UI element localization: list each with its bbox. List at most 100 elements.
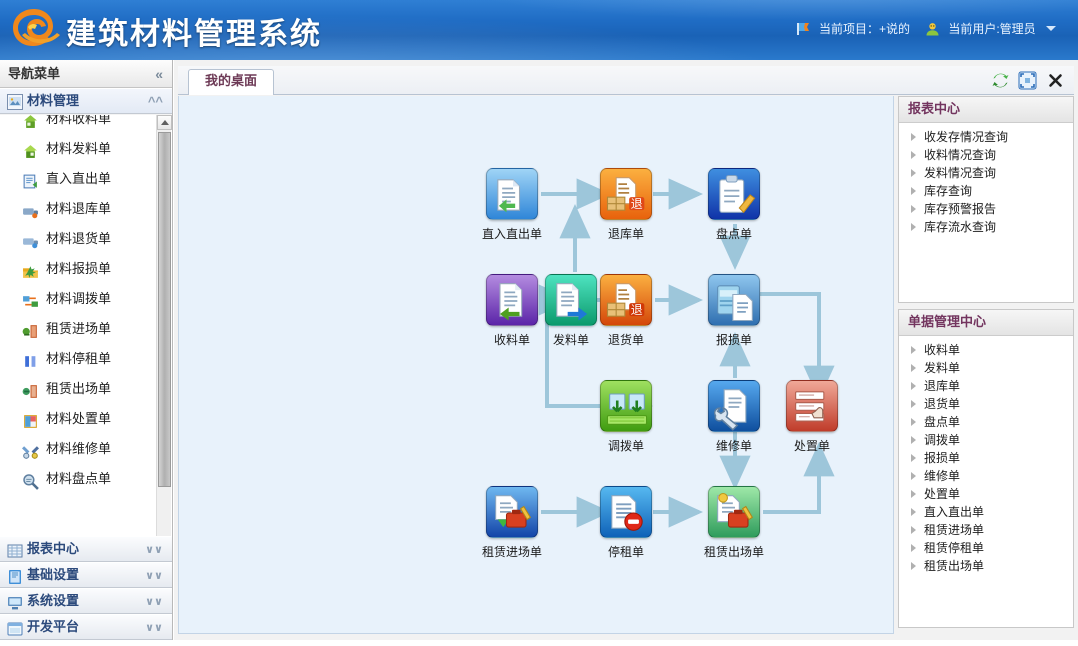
sidebar-group-2[interactable]: 基础设置 ∨∨ [0, 562, 172, 588]
list-item[interactable]: 调拨单 [899, 431, 1073, 449]
sidebar-item-label: 材料盘点单 [46, 472, 112, 487]
list-item[interactable]: 收发存情况查询 [899, 128, 1073, 146]
double-chevron-down-icon[interactable]: ∨∨ [145, 615, 163, 641]
lease-in-doc-icon [495, 495, 532, 528]
refresh-icon[interactable] [991, 71, 1010, 90]
flow-node-icon-bsd [708, 274, 760, 326]
sidebar-group-materials[interactable]: 材料管理 ^^ [0, 88, 172, 114]
list-item[interactable]: 库存流水查询 [899, 218, 1073, 236]
doc-center-panel: 单据管理中心 收料单 发料单 退库单 退货单 盘点单 调拨单 报损单 维修单 处置单 直入直出单租… [898, 309, 1074, 628]
list-item[interactable]: 收料情况查询 [899, 146, 1073, 164]
sidebar-item-label: 材料退库单 [46, 202, 112, 217]
double-chevron-down-icon[interactable]: ∨∨ [145, 589, 163, 615]
chevron-right-icon [911, 526, 916, 534]
flow-node-czd[interactable]: 处置单 [777, 380, 847, 454]
sidebar-scrollbar[interactable] [156, 115, 172, 581]
chevron-right-icon [911, 544, 916, 552]
list-item[interactable]: 发料单 [899, 359, 1073, 377]
list-item[interactable]: 盘点单 [899, 413, 1073, 431]
scroll-up-button[interactable] [157, 115, 172, 130]
flow-arrows [538, 178, 835, 528]
list-item[interactable]: 报损单 [899, 449, 1073, 467]
materials-icon [7, 94, 23, 110]
flow-node-zljc[interactable]: 租赁进场单 [464, 486, 560, 560]
sidebar-item-label: 租赁出场单 [46, 382, 112, 397]
list-item[interactable]: 维修单 [899, 467, 1073, 485]
flow-node-label: 租赁进场单 [481, 545, 542, 559]
sidebar-item-9[interactable]: 材料停租单 [0, 345, 157, 375]
pause-lease-doc-icon [611, 495, 643, 531]
list-item[interactable]: 收料单 [899, 341, 1073, 359]
sidebar-item-13[interactable]: 材料盘点单 [0, 465, 157, 495]
lease-out-icon [22, 385, 37, 398]
chevron-right-icon [911, 187, 916, 195]
maximize-icon[interactable] [1018, 71, 1037, 90]
return-warehouse-icon [23, 208, 38, 219]
sidebar-item-7[interactable]: 材料调拨单 [0, 285, 157, 315]
list-item-label: 直入直出单 [924, 505, 985, 519]
list-item[interactable]: 直入直出单 [899, 503, 1073, 521]
list-item[interactable]: 租赁停租单 [899, 539, 1073, 557]
sidebar-item-8[interactable]: 租赁进场单 [0, 315, 157, 345]
chevron-down-icon[interactable] [1046, 26, 1056, 31]
list-item-label: 库存预警报告 [924, 202, 997, 216]
chevron-right-icon [911, 169, 916, 177]
svg-text:退: 退 [631, 303, 643, 317]
chevron-up-icon [161, 120, 169, 125]
sidebar-group-4[interactable]: 开发平台 ∨∨ [0, 614, 172, 640]
scrollbar-thumb[interactable] [158, 132, 171, 487]
sidebar-item-6[interactable]: 材料报损单 [0, 255, 157, 285]
chevron-right-icon [911, 436, 916, 444]
sidebar-item-1[interactable]: 材料收料单 [0, 115, 157, 135]
sidebar-item-label: 直入直出单 [46, 172, 112, 187]
list-item[interactable]: 租赁进场单 [899, 521, 1073, 539]
sidebar-item-3[interactable]: 直入直出单 [0, 165, 157, 195]
chevron-right-icon [911, 133, 916, 141]
sidebar-item-11[interactable]: 材料处置单 [0, 405, 157, 435]
flow-node-icon-fld [545, 274, 597, 326]
window-icon [7, 620, 23, 646]
list-item-label: 租赁停租单 [924, 541, 985, 555]
flow-node-tzd[interactable]: 停租单 [591, 486, 661, 560]
chevron-right-icon [911, 490, 916, 498]
flow-node-dbd[interactable]: 调拨单 [591, 380, 661, 454]
lease-in-icon [22, 325, 37, 338]
flow-node-icon-thd: 退 [600, 274, 652, 326]
double-chevron-down-icon[interactable]: ∨∨ [145, 537, 163, 563]
sidebar-group-3[interactable]: 系统设置 ∨∨ [0, 588, 172, 614]
sidebar-item-label: 材料维修单 [46, 442, 112, 457]
sidebar-item-5[interactable]: 材料退货单 [0, 225, 157, 255]
flow-node-tkd[interactable]: 退退库单 [591, 168, 661, 242]
sidebar-item-2[interactable]: 材料发料单 [0, 135, 157, 165]
flow-node-bsd[interactable]: 报损单 [699, 274, 769, 348]
close-icon[interactable] [1047, 71, 1064, 90]
flow-node-pdd[interactable]: 盘点单 [699, 168, 769, 242]
list-item[interactable]: 库存预警报告 [899, 200, 1073, 218]
tab-my-desktop[interactable]: 我的桌面 [188, 69, 275, 95]
double-chevron-down-icon[interactable]: ∨∨ [145, 563, 163, 589]
double-chevron-left-icon[interactable]: « [155, 60, 163, 88]
current-project[interactable]: 当前项目：+说的 [796, 20, 910, 37]
flow-node-icon-zrzc [486, 168, 538, 220]
flow-node-zlcc[interactable]: 租赁出场单 [686, 486, 782, 560]
sidebar-item-12[interactable]: 材料维修单 [0, 435, 157, 465]
double-chevron-up-icon[interactable]: ^^ [148, 89, 163, 115]
list-item[interactable]: 退货单 [899, 395, 1073, 413]
flow-node-wxd[interactable]: 维修单 [699, 380, 769, 454]
list-item[interactable]: 库存查询 [899, 182, 1073, 200]
sidebar-item-4[interactable]: 材料退库单 [0, 195, 157, 225]
list-item[interactable]: 发料情况查询 [899, 164, 1073, 182]
list-item[interactable]: 退库单 [899, 377, 1073, 395]
flow-node-thd[interactable]: 退退货单 [591, 274, 661, 348]
flow-node-zrzc[interactable]: 直入直出单 [464, 168, 560, 242]
sidebar-group-1[interactable]: 报表中心 ∨∨ [0, 536, 172, 562]
sidebar-item-label: 材料退货单 [46, 232, 112, 247]
receive-doc-icon [499, 283, 523, 321]
sidebar-group-label: 报表中心 [27, 542, 80, 557]
sidebar-item-10[interactable]: 租赁出场单 [0, 375, 157, 405]
list-item[interactable]: 租赁出场单 [899, 557, 1073, 575]
sidebar-item-label: 材料发料单 [46, 142, 112, 157]
report-center-panel: 报表中心 收发存情况查询 收料情况查询 发料情况查询 库存查询 库存预警报告 库存流水查询 [898, 96, 1074, 303]
list-item[interactable]: 处置单 [899, 485, 1073, 503]
current-user-menu[interactable]: 当前用户:管理员 [925, 20, 1056, 37]
